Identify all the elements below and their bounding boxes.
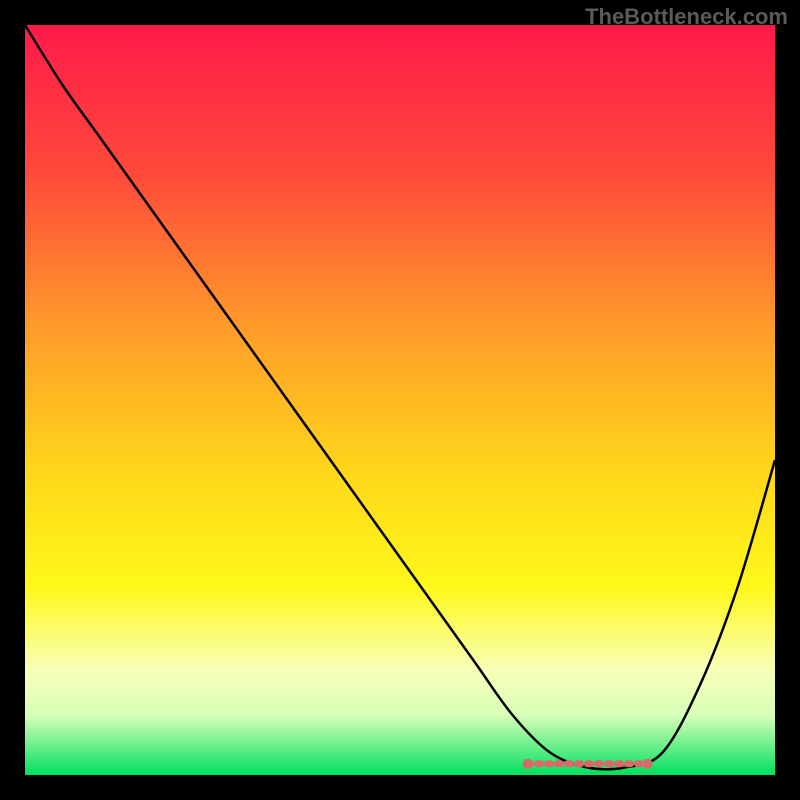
watermark-text: TheBottleneck.com bbox=[585, 4, 788, 30]
gradient-background bbox=[25, 25, 775, 775]
plot-area bbox=[25, 25, 775, 775]
